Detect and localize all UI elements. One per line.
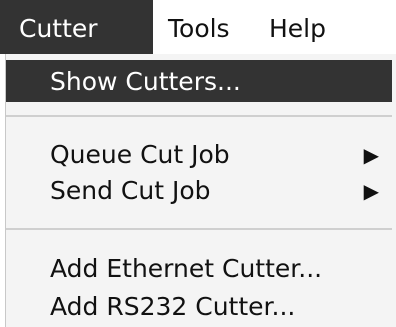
- menu-cutter[interactable]: Cutter: [0, 0, 153, 54]
- cutter-dropdown-menu: Show Cutters... Queue Cut Job ▶ Send Cut…: [5, 54, 396, 327]
- menu-item-label: Show Cutters...: [50, 67, 241, 96]
- menu-item-label: Add RS232 Cutter...: [50, 292, 296, 321]
- menu-item-label: Send Cut Job: [50, 176, 211, 205]
- menu-bar: Cutter Tools Help: [0, 0, 396, 54]
- submenu-arrow-icon: ▶: [363, 179, 379, 203]
- menu-separator: [6, 115, 392, 117]
- menu-tools[interactable]: Tools: [168, 0, 258, 54]
- menu-separator: [6, 228, 392, 230]
- menu-item-label: Queue Cut Job: [50, 140, 230, 169]
- menu-help[interactable]: Help: [269, 0, 349, 54]
- menu-item-show-cutters[interactable]: Show Cutters...: [6, 60, 392, 102]
- menu-item-add-rs232-cutter[interactable]: Add RS232 Cutter...: [6, 285, 392, 327]
- menu-item-label: Add Ethernet Cutter...: [50, 254, 323, 283]
- menu-item-send-cut-job[interactable]: Send Cut Job ▶: [6, 169, 392, 211]
- menu-item-add-ethernet-cutter[interactable]: Add Ethernet Cutter...: [6, 247, 392, 289]
